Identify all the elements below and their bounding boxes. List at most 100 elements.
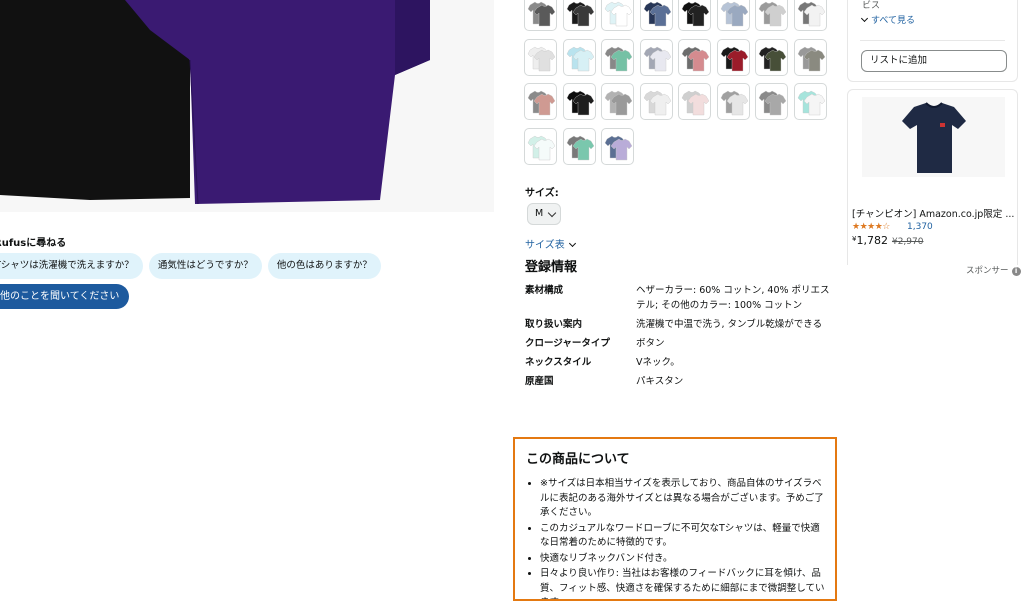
color-swatch[interactable] (793, 0, 827, 31)
rufus-chip-breathability[interactable]: 通気性はどうですか？ (148, 253, 262, 279)
tshirt-icon (604, 135, 632, 160)
color-swatch[interactable] (562, 127, 596, 165)
color-swatch[interactable] (716, 0, 750, 31)
color-swatch[interactable] (755, 83, 788, 120)
color-swatch[interactable] (524, 38, 557, 76)
spec-row: 取り扱い案内 洗濯機で中温で洗う, タンブル乾燥ができる (525, 317, 830, 332)
color-swatch[interactable] (601, 83, 634, 120)
tshirt-icon (527, 90, 555, 116)
tshirt-icon (566, 90, 594, 116)
color-swatch[interactable] (678, 38, 711, 76)
chevron-down-icon (860, 14, 869, 23)
color-swatch[interactable] (755, 38, 788, 76)
tshirt-icon (527, 1, 555, 27)
color-swatch[interactable] (639, 83, 673, 120)
about-bullet-list: ※サイズは日本相当サイズを表示しており、商品自体のサイズラベルに表記のある海外サ… (526, 477, 825, 599)
sponsored-product-image[interactable] (862, 97, 1005, 177)
tshirt-icon (643, 1, 671, 27)
divider (860, 40, 1005, 41)
sponsored-label-text: スポンサー (966, 266, 1009, 276)
color-swatch[interactable] (793, 38, 827, 76)
see-all-label: すべて見る (871, 16, 916, 26)
tshirt-icon (797, 46, 825, 71)
rufus-ask-button[interactable]: 他のことを聞いてください (0, 284, 130, 309)
about-bullet: 日々より良い作り: 当社はお客様のフィードバックに耳を傾け、品質、フィット感、快… (540, 567, 825, 599)
tshirt-icon (758, 1, 786, 27)
size-label: サイズ: (525, 188, 559, 199)
tshirt-icon (566, 1, 594, 27)
tshirt-icon (643, 90, 671, 116)
spec-key: 素材構成 (525, 285, 564, 296)
color-swatch[interactable] (562, 83, 596, 120)
color-swatch[interactable] (678, 83, 711, 120)
sponsored-product-title[interactable]: [チャンピオン] Amazon.co.jp限定 ... (852, 206, 1017, 220)
sponsored-product-card[interactable]: [チャンピオン] Amazon.co.jp限定 ... ★★★★☆ 1,370 … (847, 89, 1018, 265)
tshirt-icon (681, 90, 709, 116)
tshirt-icon (797, 1, 825, 27)
color-swatch[interactable] (716, 83, 750, 120)
color-swatch[interactable] (524, 127, 557, 165)
product-main-image[interactable] (0, 0, 494, 212)
tshirt-icon (566, 46, 594, 71)
color-swatch[interactable] (716, 38, 750, 76)
about-this-item: この商品について ※サイズは日本相当サイズを表示しており、商品自体のサイズラベル… (513, 437, 837, 601)
tshirt-icon (527, 46, 555, 71)
color-swatch[interactable] (601, 38, 634, 76)
info-icon[interactable]: i (1011, 267, 1021, 276)
size-chart-link[interactable]: サイズ表 (525, 236, 576, 251)
add-to-list-button[interactable]: リストに追加 (861, 50, 1007, 72)
spec-key: 取り扱い案内 (525, 319, 583, 330)
see-all-link[interactable]: すべて見る (860, 13, 916, 26)
tshirt-icon (758, 90, 786, 116)
rufus-title: Rufusに尋ねる (0, 238, 67, 249)
tshirt-icon (604, 90, 632, 116)
chevron-down-icon (568, 239, 576, 248)
tshirt-image (862, 97, 1005, 177)
color-swatch[interactable] (601, 127, 634, 165)
color-swatch[interactable] (678, 0, 711, 31)
tshirt-icon (566, 135, 594, 160)
color-swatch[interactable] (601, 0, 634, 31)
old-price: ¥2,970 (891, 237, 924, 247)
about-bullet: 快適なリブネックバンド付き。 (540, 552, 825, 567)
color-swatch[interactable] (793, 83, 827, 120)
color-swatch[interactable] (639, 0, 673, 31)
color-swatch[interactable] (562, 0, 596, 31)
spec-key: ネックスタイル (525, 357, 592, 368)
color-swatch[interactable] (524, 83, 557, 120)
rufus-chip-other-colors[interactable]: 他の色はありますか？ (267, 253, 381, 279)
size-dropdown[interactable]: M (527, 203, 561, 225)
price-value: 1,782 (856, 234, 888, 247)
spec-row: 原産国 パキスタン (525, 374, 830, 389)
size-selected-value: M (535, 208, 544, 219)
spec-value: ヘザーカラー: 60% コットン, 40% ポリエステル; その他のカラー: 1… (636, 285, 830, 311)
rufus-chip-washable[interactable]: Tシャツは洗濯機で洗えますか？ (0, 253, 143, 279)
tshirt-icon (758, 46, 786, 71)
sponsored-price: ¥1,782 ¥2,970 (852, 234, 923, 247)
spec-key: 原産国 (525, 376, 554, 387)
star-rating-icon[interactable]: ★★★★☆ (852, 222, 890, 232)
tshirt-icon (604, 1, 632, 27)
spec-value: パキスタン (636, 376, 684, 387)
color-swatch[interactable] (524, 0, 557, 31)
tshirt-icon (604, 46, 632, 71)
spec-row: 素材構成 ヘザーカラー: 60% コットン, 40% ポリエステル; その他のカ… (525, 283, 830, 313)
about-bullet: ※サイズは日本相当サイズを表示しており、商品自体のサイズラベルに表記のある海外サ… (540, 477, 825, 521)
spec-table: 素材構成 ヘザーカラー: 60% コットン, 40% ポリエステル; その他のカ… (525, 283, 830, 393)
tshirt-icon (720, 90, 748, 116)
color-swatch[interactable] (639, 38, 673, 76)
color-swatch[interactable] (755, 0, 788, 31)
tshirt-icon (720, 46, 748, 71)
review-count[interactable]: 1,370 (907, 222, 933, 232)
sponsored-label[interactable]: スポンサー i (966, 264, 1021, 276)
rufus-chip-list: Tシャツは洗濯機で洗えますか？ 通気性はどうですか？ 他の色はありますか？ (0, 253, 381, 279)
buy-box-bottom: ビス すべて見る リストに追加 (847, 0, 1018, 82)
tshirt-image (0, 0, 494, 212)
tshirt-icon (797, 90, 825, 116)
currency-symbol: ¥ (852, 235, 857, 243)
about-bullet: このカジュアルなワードローブに不可欠なTシャツは、軽量で快適な日常着のために特徴… (540, 522, 825, 551)
about-title: この商品について (526, 452, 630, 467)
color-swatch[interactable] (562, 38, 596, 76)
tshirt-icon (643, 46, 671, 71)
spec-row: クロージャータイプ ボタン (525, 336, 830, 351)
